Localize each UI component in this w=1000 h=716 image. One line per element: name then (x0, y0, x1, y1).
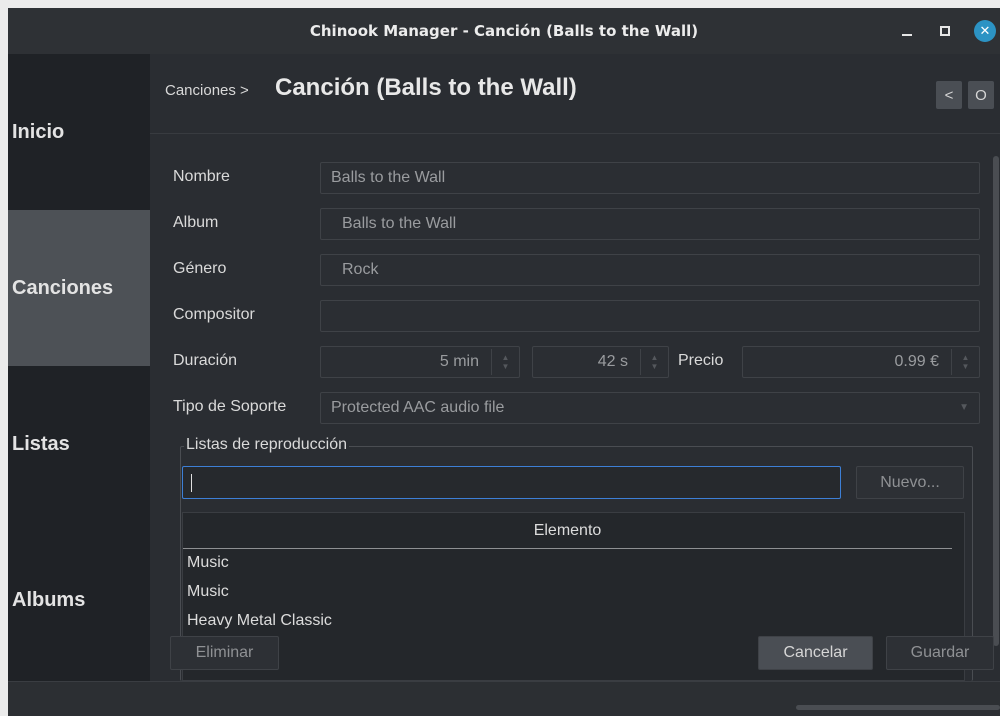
close-button[interactable]: ✕ (974, 20, 996, 42)
page-title: Canción (Balls to the Wall) (275, 74, 577, 101)
new-playlist-button[interactable]: Nuevo... (856, 466, 964, 499)
table-row[interactable]: Music (187, 554, 229, 572)
delete-button[interactable]: Eliminar (170, 636, 279, 670)
title-bar: Chinook Manager - Canción (Balls to the … (8, 8, 1000, 54)
sidebar-item-label: Albums (12, 588, 86, 611)
column-header-elemento[interactable]: Elemento (183, 513, 952, 549)
table-row[interactable]: Heavy Metal Classic (187, 612, 332, 630)
app-window: Chinook Manager - Canción (Balls to the … (8, 8, 1000, 716)
sidebar-item-canciones[interactable]: Canciones (8, 210, 150, 366)
tipo-soporte-select[interactable]: Protected AAC audio file ▼ (320, 392, 980, 424)
genero-combobox[interactable]: Rock (320, 254, 980, 286)
chevron-down-icon: ▼ (959, 402, 969, 413)
cancel-button[interactable]: Cancelar (758, 636, 873, 670)
seconds-spinbox[interactable]: 42 s ▲ ▼ (532, 346, 669, 378)
spin-arrows-icon[interactable]: ▲ ▼ (491, 349, 519, 375)
page-header: Canciones > Canción (Balls to the Wall) … (150, 54, 1000, 134)
duracion-label: Duración (173, 352, 238, 369)
precio-label: Precio (678, 352, 724, 369)
spin-arrows-icon[interactable]: ▲ ▼ (640, 349, 668, 375)
playlists-group-title: Listas de reproducción (184, 436, 349, 454)
precio-value: 0.99 € (894, 353, 939, 370)
horizontal-scrollbar[interactable] (796, 705, 1000, 710)
nombre-field[interactable]: Balls to the Wall (320, 162, 980, 194)
sidebar-item-label: Canciones (12, 276, 114, 299)
sidebar-item-albums[interactable]: Albums (8, 522, 150, 678)
tipo-soporte-label: Tipo de Soporte (173, 398, 287, 415)
minimize-icon (902, 34, 912, 36)
minutes-value: 5 min (439, 353, 479, 370)
spin-arrows-icon[interactable]: ▲ ▼ (951, 349, 979, 375)
main-content: Canciones > Canción (Balls to the Wall) … (150, 54, 1000, 681)
sidebar-item-listas[interactable]: Listas (8, 366, 150, 522)
playlist-search-input[interactable] (182, 466, 841, 499)
window-title: Chinook Manager - Canción (Balls to the … (309, 22, 699, 40)
seconds-value: 42 s (597, 353, 628, 370)
sidebar-item-label: Inicio (12, 120, 65, 143)
save-button[interactable]: Guardar (886, 636, 994, 670)
text-cursor (191, 474, 192, 492)
sidebar: Inicio Canciones Listas Albums (8, 54, 150, 681)
status-bar (8, 681, 1000, 716)
table-row[interactable]: Music (187, 583, 229, 601)
tipo-soporte-value: Protected AAC audio file (331, 399, 505, 416)
maximize-icon (940, 26, 950, 36)
sidebar-item-inicio[interactable]: Inicio (8, 54, 150, 210)
compositor-field[interactable] (320, 300, 980, 332)
album-combobox[interactable]: Balls to the Wall (320, 208, 980, 240)
nombre-label: Nombre (173, 168, 230, 185)
maximize-button[interactable] (934, 20, 956, 42)
minutes-spinbox[interactable]: 5 min ▲ ▼ (320, 346, 520, 378)
breadcrumb[interactable]: Canciones > (165, 82, 249, 99)
next-button[interactable]: O (968, 81, 994, 109)
genero-label: Género (173, 260, 227, 277)
compositor-label: Compositor (173, 306, 255, 323)
minimize-button[interactable] (896, 20, 918, 42)
sidebar-item-label: Listas (12, 432, 70, 455)
vertical-scrollbar[interactable] (993, 156, 999, 646)
precio-spinbox[interactable]: 0.99 € ▲ ▼ (742, 346, 980, 378)
album-label: Album (173, 214, 219, 231)
song-form: Nombre Balls to the Wall Album Balls to … (150, 134, 1000, 681)
close-icon: ✕ (979, 23, 991, 38)
previous-button[interactable]: < (936, 81, 962, 109)
